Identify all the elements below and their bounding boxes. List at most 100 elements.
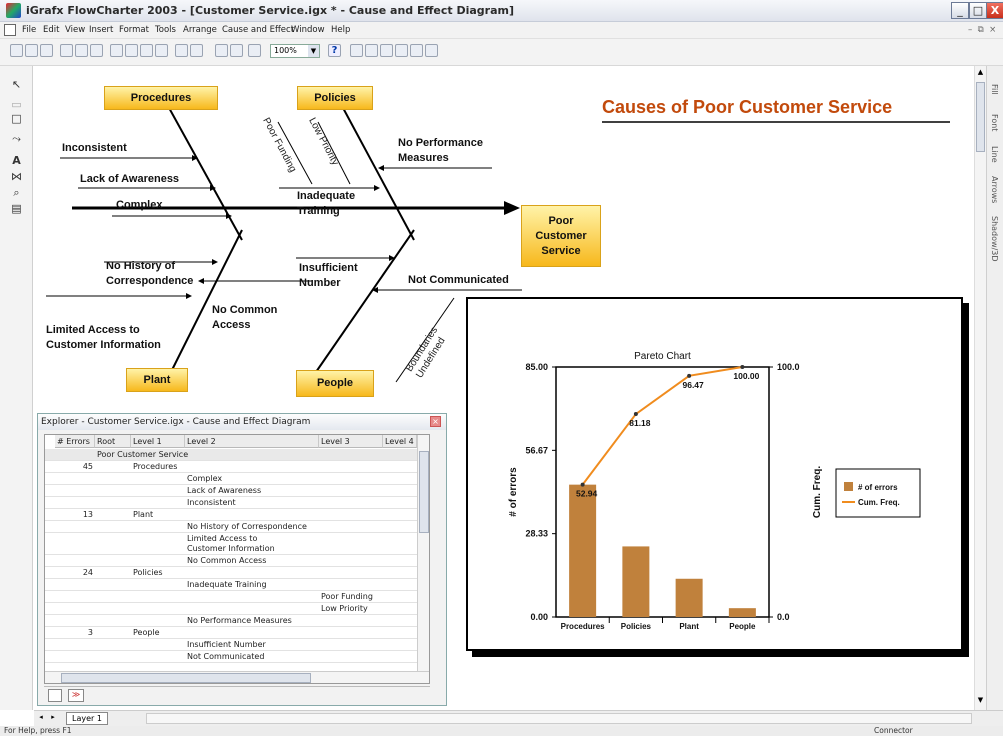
cut-icon[interactable] xyxy=(110,44,123,57)
scroll-down-icon[interactable]: ▼ xyxy=(975,696,986,707)
shape-tool-icon[interactable]: ▭ xyxy=(10,98,23,112)
col-errors[interactable]: # Errors xyxy=(55,435,95,448)
cause-lack-of-awareness[interactable]: Lack of Awareness xyxy=(80,172,179,187)
connector-icon[interactable]: ⤳ xyxy=(10,132,23,146)
menu-file[interactable]: File xyxy=(22,25,36,35)
cell-errors[interactable]: 13 xyxy=(55,510,93,520)
tab-pages-icon[interactable] xyxy=(48,689,62,702)
tab-line[interactable]: Line xyxy=(990,146,999,163)
paste-icon[interactable] xyxy=(140,44,153,57)
menu-help[interactable]: Help xyxy=(331,25,350,35)
tab-arrows[interactable]: Arrows xyxy=(990,176,999,203)
grid-hscroll[interactable] xyxy=(45,671,429,683)
tool-icon[interactable] xyxy=(215,44,228,57)
cell-errors[interactable]: 3 xyxy=(55,628,93,638)
table-row[interactable]: Low Priority xyxy=(45,603,417,615)
table-row[interactable]: 24 Policies xyxy=(45,567,417,579)
redo-icon[interactable] xyxy=(190,44,203,57)
grid-icon[interactable] xyxy=(248,44,261,57)
table-row[interactable]: No History of Correspondence xyxy=(45,521,417,533)
delete-branch-icon[interactable] xyxy=(365,44,378,57)
tab-fill[interactable]: Fill xyxy=(990,84,999,95)
cell-l3[interactable]: Low Priority xyxy=(321,604,383,614)
cell-l3[interactable]: Poor Funding xyxy=(321,592,383,602)
pointer-icon[interactable]: ↖ xyxy=(10,78,23,92)
cause-inconsistent[interactable]: Inconsistent xyxy=(62,141,127,156)
col-root[interactable]: Root xyxy=(95,435,131,448)
cell-l2[interactable]: Inadequate Training xyxy=(187,580,317,590)
menu-window[interactable]: Window xyxy=(291,25,325,35)
note-icon[interactable]: ▤ xyxy=(10,202,23,216)
table-row[interactable]: Not Communicated xyxy=(45,651,417,663)
grid-hscroll-thumb[interactable] xyxy=(61,673,311,683)
cell-errors[interactable]: 45 xyxy=(55,462,93,472)
category-policies[interactable]: Policies xyxy=(297,86,373,110)
rectangle-icon[interactable]: □ xyxy=(10,112,23,126)
cell-l2[interactable]: No Performance Measures xyxy=(187,616,317,626)
cell-errors[interactable]: 24 xyxy=(55,568,93,578)
explorer-grid[interactable]: # Errors Root Level 1 Level 2 Level 3 Le… xyxy=(44,434,430,684)
text-tool-icon[interactable]: A xyxy=(10,154,23,168)
cause-limited-access[interactable]: Limited Access to Customer Information xyxy=(46,323,186,353)
table-row[interactable]: Poor Funding xyxy=(45,591,417,603)
table-row[interactable]: Complex xyxy=(45,473,417,485)
print-preview-icon[interactable] xyxy=(75,44,88,57)
grid-vscroll[interactable] xyxy=(417,435,429,671)
table-row[interactable]: Inconsistent xyxy=(45,497,417,509)
cause-no-history[interactable]: No History of Correspondence xyxy=(106,259,216,289)
tab-tree-icon[interactable]: ≫ xyxy=(68,689,84,702)
cell-l1[interactable]: Policies xyxy=(133,568,185,578)
zoom-select[interactable]: 100% ▼ xyxy=(270,44,320,58)
cause-inadequate-training[interactable]: Inadequate Training xyxy=(297,189,377,219)
grid-scroll-thumb[interactable] xyxy=(419,451,429,533)
menu-edit[interactable]: Edit xyxy=(43,25,59,35)
mdi-controls[interactable]: – ⧉ × xyxy=(968,25,996,35)
scroll-up-icon[interactable]: ▲ xyxy=(975,68,986,79)
cell-l2[interactable]: Complex xyxy=(187,474,317,484)
table-row[interactable]: Lack of Awareness xyxy=(45,485,417,497)
layout-icon[interactable] xyxy=(410,44,423,57)
cell-l2[interactable]: No History of Correspondence xyxy=(187,522,317,532)
cause-no-common-access[interactable]: No Common Access xyxy=(212,303,296,333)
spelling-icon[interactable] xyxy=(90,44,103,57)
table-row[interactable]: Poor Customer Service xyxy=(45,449,417,461)
col-level2[interactable]: Level 2 xyxy=(185,435,319,448)
menu-format[interactable]: Format xyxy=(119,25,149,35)
explorer-window[interactable]: Explorer - Customer Service.igx - Cause … xyxy=(37,413,447,706)
cell-l2[interactable]: No Common Access xyxy=(187,556,317,566)
cell-l1[interactable]: Plant xyxy=(133,510,185,520)
menu-insert[interactable]: Insert xyxy=(89,25,113,35)
cell-root[interactable]: Poor Customer Service xyxy=(97,450,247,460)
format-painter-icon[interactable] xyxy=(155,44,168,57)
cell-l2[interactable]: Limited Access to Customer Information xyxy=(187,534,317,554)
col-level3[interactable]: Level 3 xyxy=(319,435,383,448)
tab-next-icon[interactable]: ▸ xyxy=(48,713,58,724)
table-row[interactable]: 45 Procedures xyxy=(45,461,417,473)
explorer-icon[interactable] xyxy=(425,44,438,57)
table-row[interactable]: No Common Access xyxy=(45,555,417,567)
cell-l2[interactable]: Insufficient Number xyxy=(187,640,317,650)
cell-l2[interactable]: Lack of Awareness xyxy=(187,486,317,496)
pen-icon[interactable] xyxy=(230,44,243,57)
cell-l1[interactable]: People xyxy=(133,628,185,638)
cell-l2[interactable]: Inconsistent xyxy=(187,498,317,508)
zoom-icon[interactable]: ⌕ xyxy=(10,186,23,200)
col-level1[interactable]: Level 1 xyxy=(131,435,185,448)
maximize-button[interactable]: □ xyxy=(969,2,987,19)
demote-icon[interactable] xyxy=(395,44,408,57)
table-row[interactable]: 3 People xyxy=(45,627,417,639)
open-icon[interactable] xyxy=(25,44,38,57)
col-level4[interactable]: Level 4 xyxy=(383,435,417,448)
menu-view[interactable]: View xyxy=(65,25,85,35)
table-row[interactable]: Inadequate Training xyxy=(45,579,417,591)
category-procedures[interactable]: Procedures xyxy=(104,86,218,110)
cause-not-communicated[interactable]: Not Communicated xyxy=(408,273,509,288)
cause-complex[interactable]: Complex xyxy=(116,198,162,213)
table-row[interactable]: No Performance Measures xyxy=(45,615,417,627)
tab-prev-icon[interactable]: ◂ xyxy=(36,713,46,724)
copy-icon[interactable] xyxy=(125,44,138,57)
cause-no-performance-measures[interactable]: No Performance Measures xyxy=(398,136,508,166)
print-icon[interactable] xyxy=(60,44,73,57)
insert-branch-icon[interactable] xyxy=(350,44,363,57)
category-people[interactable]: People xyxy=(296,370,374,397)
